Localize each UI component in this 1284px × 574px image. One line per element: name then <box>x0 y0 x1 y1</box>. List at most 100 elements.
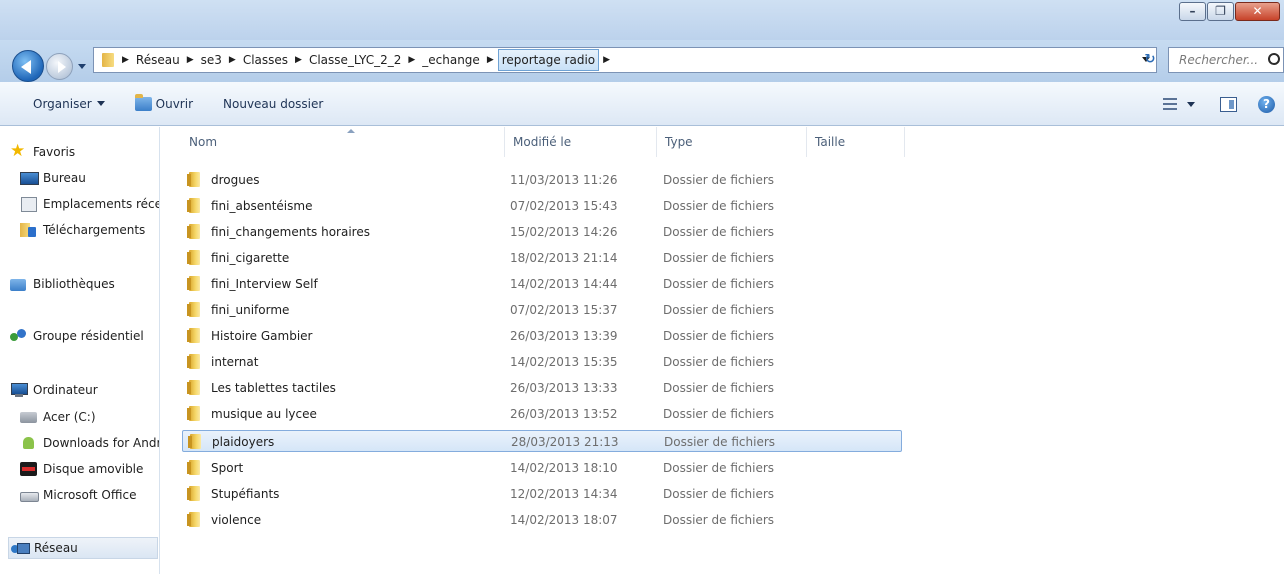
drive-icon <box>20 487 39 503</box>
open-button[interactable]: Ouvrir <box>134 93 193 111</box>
recent-pages-dropdown[interactable] <box>76 60 90 74</box>
breadcrumb-reseau[interactable]: Réseau <box>133 49 183 71</box>
breadcrumb-separator[interactable]: ▶ <box>404 55 419 65</box>
nav-microsoft-office[interactable]: Microsoft Office <box>20 484 136 506</box>
breadcrumb-separator[interactable]: ▶ <box>118 55 133 65</box>
table-row[interactable]: drogues 11/03/2013 11:26 Dossier de fich… <box>182 169 902 191</box>
refresh-icon[interactable]: ↻ <box>1141 51 1159 69</box>
nav-bureau[interactable]: Bureau <box>20 167 86 189</box>
folder-icon <box>188 434 202 449</box>
table-row-selected[interactable]: plaidoyers 28/03/2013 21:13 Dossier de f… <box>182 430 902 452</box>
folder-icon <box>187 224 201 239</box>
table-row[interactable]: musique au lycee 26/03/2013 13:52 Dossie… <box>182 403 902 425</box>
android-icon <box>20 435 38 451</box>
column-label: Nom <box>189 135 218 149</box>
table-row[interactable]: Sport 14/02/2013 18:10 Dossier de fichie… <box>182 457 902 479</box>
column-header-size[interactable]: Taille <box>807 127 905 157</box>
folder-icon <box>187 302 201 317</box>
new-folder-label: Nouveau dossier <box>223 96 324 111</box>
table-row[interactable]: fini_uniforme 07/02/2013 15:37 Dossier d… <box>182 299 902 321</box>
file-name: violence <box>211 513 262 527</box>
column-header-type[interactable]: Type <box>657 127 807 157</box>
chevron-down-icon[interactable] <box>1187 101 1195 107</box>
file-name: fini_absentéisme <box>211 199 313 213</box>
search-input[interactable]: Rechercher... <box>1168 47 1284 73</box>
file-modified: 18/02/2013 21:14 <box>510 251 618 265</box>
computer-icon <box>10 382 28 398</box>
table-row[interactable]: violence 14/02/2013 18:07 Dossier de fic… <box>182 509 902 531</box>
column-header-modified[interactable]: Modifié le <box>505 127 657 157</box>
file-type: Dossier de fichiers <box>663 173 775 187</box>
forward-button[interactable] <box>46 53 73 80</box>
table-row[interactable]: Histoire Gambier 26/03/2013 13:39 Dossie… <box>182 325 902 347</box>
desktop-icon <box>20 170 39 186</box>
nav-downloads[interactable]: Téléchargements <box>20 219 145 241</box>
downloads-icon <box>20 222 38 238</box>
new-folder-button[interactable]: Nouveau dossier <box>223 97 323 111</box>
table-row[interactable]: fini_cigarette 18/02/2013 21:14 Dossier … <box>182 247 902 269</box>
file-modified: 14/02/2013 15:35 <box>510 355 618 369</box>
breadcrumb-classes[interactable]: Classes <box>240 49 291 71</box>
organize-label: Organiser <box>33 96 92 111</box>
breadcrumb-separator[interactable]: ▶ <box>483 55 498 65</box>
file-name: plaidoyers <box>212 435 275 449</box>
file-type: Dossier de fichiers <box>663 277 775 291</box>
folder-icon <box>187 380 201 395</box>
nav-android-downloads[interactable]: Downloads for Android <box>20 432 159 454</box>
maximize-button[interactable]: ❐ <box>1207 2 1234 21</box>
minimize-button[interactable]: – <box>1179 2 1206 21</box>
file-type: Dossier de fichiers <box>663 487 775 501</box>
column-label: Taille <box>815 135 846 149</box>
removable-disk-icon <box>20 461 38 477</box>
nav-favorites[interactable]: Favoris <box>10 141 75 163</box>
table-row[interactable]: Stupéfiants 12/02/2013 14:34 Dossier de … <box>182 483 902 505</box>
nav-label: Groupe résidentiel <box>33 329 144 343</box>
table-row[interactable]: fini_Interview Self 14/02/2013 14:44 Dos… <box>182 273 902 295</box>
homegroup-icon <box>10 328 28 344</box>
help-icon[interactable]: ? <box>1258 95 1275 113</box>
sort-ascending-icon <box>347 129 355 133</box>
file-type: Dossier de fichiers <box>663 513 775 527</box>
breadcrumb-classe-lyc[interactable]: Classe_LYC_2_2 <box>306 49 404 71</box>
search-icon[interactable] <box>1268 53 1280 65</box>
nav-label: Disque amovible <box>43 462 144 476</box>
folder-icon <box>187 198 201 213</box>
breadcrumb-separator[interactable]: ▶ <box>183 55 198 65</box>
file-modified: 14/02/2013 18:10 <box>510 461 618 475</box>
address-bar[interactable]: ▶ Réseau ▶ se3 ▶ Classes ▶ Classe_LYC_2_… <box>93 47 1157 73</box>
nav-drive-c[interactable]: Acer (C:) <box>20 406 96 428</box>
nav-label: Acer (C:) <box>43 410 96 424</box>
folder-icon <box>187 276 201 291</box>
breadcrumb-echange[interactable]: _echange <box>419 49 483 71</box>
table-row[interactable]: fini_changements horaires 15/02/2013 14:… <box>182 221 902 243</box>
table-row[interactable]: Les tablettes tactiles 26/03/2013 13:33 … <box>182 377 902 399</box>
nav-computer[interactable]: Ordinateur <box>10 379 98 401</box>
back-button[interactable] <box>12 50 44 82</box>
minimize-icon: – <box>1189 4 1196 18</box>
nav-label: Microsoft Office <box>43 488 137 502</box>
nav-removable-disk[interactable]: Disque amovible <box>20 458 143 480</box>
nav-homegroup[interactable]: Groupe résidentiel <box>10 325 144 347</box>
preview-pane-icon[interactable] <box>1220 96 1237 112</box>
nav-libraries[interactable]: Bibliothèques <box>10 273 115 295</box>
table-row[interactable]: fini_absentéisme 07/02/2013 15:43 Dossie… <box>182 195 902 217</box>
breadcrumb-separator[interactable]: ▶ <box>225 55 240 65</box>
breadcrumb-reportage-radio[interactable]: reportage radio <box>497 49 600 71</box>
file-name: Stupéfiants <box>211 487 280 501</box>
file-name: musique au lycee <box>211 407 317 421</box>
nav-network[interactable]: Réseau <box>8 537 158 559</box>
column-header-name[interactable]: Nom <box>181 127 505 157</box>
breadcrumb-se3[interactable]: se3 <box>198 49 225 71</box>
file-modified: 26/03/2013 13:39 <box>510 329 618 343</box>
folder-icon <box>187 406 201 421</box>
table-row[interactable]: internat 14/02/2013 15:35 Dossier de fic… <box>182 351 902 373</box>
view-options-icon[interactable] <box>1163 97 1179 111</box>
file-modified: 14/02/2013 18:07 <box>510 513 618 527</box>
breadcrumb-separator[interactable]: ▶ <box>291 55 306 65</box>
file-name: fini_changements horaires <box>211 225 370 239</box>
organize-button[interactable]: Organiser <box>33 97 105 111</box>
nav-recent-places[interactable]: Emplacements récents <box>20 193 159 215</box>
close-button[interactable]: ✕ <box>1235 2 1280 21</box>
breadcrumb-separator[interactable]: ▶ <box>599 55 614 65</box>
file-name: fini_Interview Self <box>211 277 318 291</box>
